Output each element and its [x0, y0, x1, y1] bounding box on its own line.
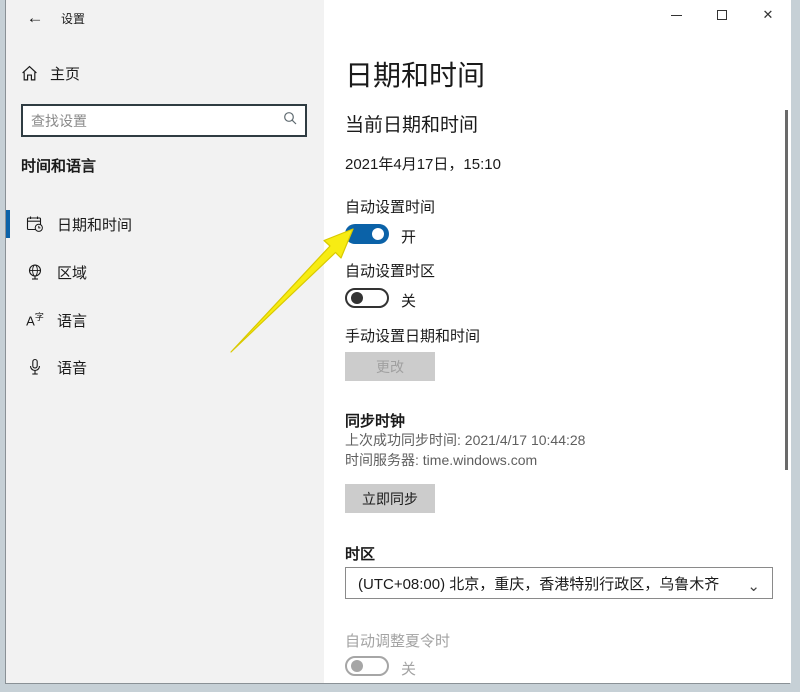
globe-icon [26, 263, 44, 281]
dst-label: 自动调整夏令时 [345, 630, 450, 651]
close-icon: ✕ [763, 7, 774, 23]
sidebar-item-speech[interactable]: 语音 [6, 351, 324, 383]
sidebar-item-label: 语言 [57, 310, 87, 331]
search-box[interactable] [21, 104, 307, 137]
sidebar-item-date-time[interactable]: 日期和时间 [6, 208, 324, 240]
sidebar-item-label: 日期和时间 [57, 214, 132, 235]
sidebar-section-title: 时间和语言 [21, 155, 96, 176]
manual-datetime-label: 手动设置日期和时间 [345, 325, 480, 346]
sidebar-item-label: 语音 [57, 357, 87, 378]
caption-buttons: ✕ [653, 0, 791, 30]
timezone-select[interactable]: (UTC+08:00) 北京，重庆，香港特别行政区，乌鲁木齐 ⌄ [345, 567, 773, 599]
microphone-icon [26, 358, 44, 376]
sidebar-item-region[interactable]: 区域 [6, 256, 324, 288]
timezone-heading: 时区 [345, 543, 375, 564]
auto-timezone-label: 自动设置时区 [345, 260, 435, 281]
sidebar: ← 设置 主页 时间和语言 日期和时间 [6, 0, 324, 683]
page-title: 日期和时间 [345, 54, 485, 94]
dst-toggle [345, 656, 389, 676]
back-button[interactable]: ← [20, 5, 50, 31]
auto-time-state: 开 [401, 226, 416, 247]
auto-timezone-state: 关 [401, 290, 416, 311]
auto-time-label: 自动设置时间 [345, 196, 435, 217]
vertical-scrollbar[interactable] [785, 110, 788, 470]
current-datetime-value: 2021年4月17日，15:10 [345, 153, 501, 174]
last-sync-text: 上次成功同步时间: 2021/4/17 10:44:28 [345, 430, 585, 450]
timezone-selected-option: (UTC+08:00) 北京，重庆，香港特别行政区，乌鲁木齐 [358, 573, 719, 594]
sync-now-button[interactable]: 立即同步 [345, 484, 435, 513]
search-icon[interactable] [275, 111, 305, 130]
maximize-icon [717, 10, 727, 20]
close-button[interactable]: ✕ [745, 0, 791, 30]
language-icon: A字 [26, 311, 44, 329]
auto-time-toggle[interactable] [345, 224, 389, 244]
sync-heading: 同步时钟 [345, 410, 405, 431]
sidebar-item-label: 区域 [57, 262, 87, 283]
window-title: 设置 [61, 10, 85, 27]
minimize-button[interactable] [653, 0, 699, 30]
chevron-down-icon: ⌄ [747, 577, 760, 595]
time-server-text: 时间服务器: time.windows.com [345, 450, 537, 470]
selected-accent-bar [6, 210, 10, 238]
main-pane: ✕ 日期和时间 当前日期和时间 2021年4月17日，15:10 自动设置时间 … [324, 0, 791, 683]
settings-window: ← 设置 主页 时间和语言 日期和时间 [5, 0, 790, 684]
sidebar-item-home[interactable]: 主页 [20, 58, 310, 88]
sidebar-item-language[interactable]: A字 语言 [6, 304, 324, 336]
dst-state: 关 [401, 658, 416, 679]
calendar-clock-icon [26, 215, 44, 233]
auto-timezone-toggle[interactable] [345, 288, 389, 308]
search-input[interactable] [23, 113, 275, 129]
minimize-icon [671, 15, 682, 16]
current-datetime-heading: 当前日期和时间 [345, 110, 478, 137]
home-label: 主页 [50, 63, 80, 84]
maximize-button[interactable] [699, 0, 745, 30]
back-arrow-icon: ← [27, 8, 44, 27]
change-button: 更改 [345, 352, 435, 381]
home-icon [20, 64, 38, 82]
